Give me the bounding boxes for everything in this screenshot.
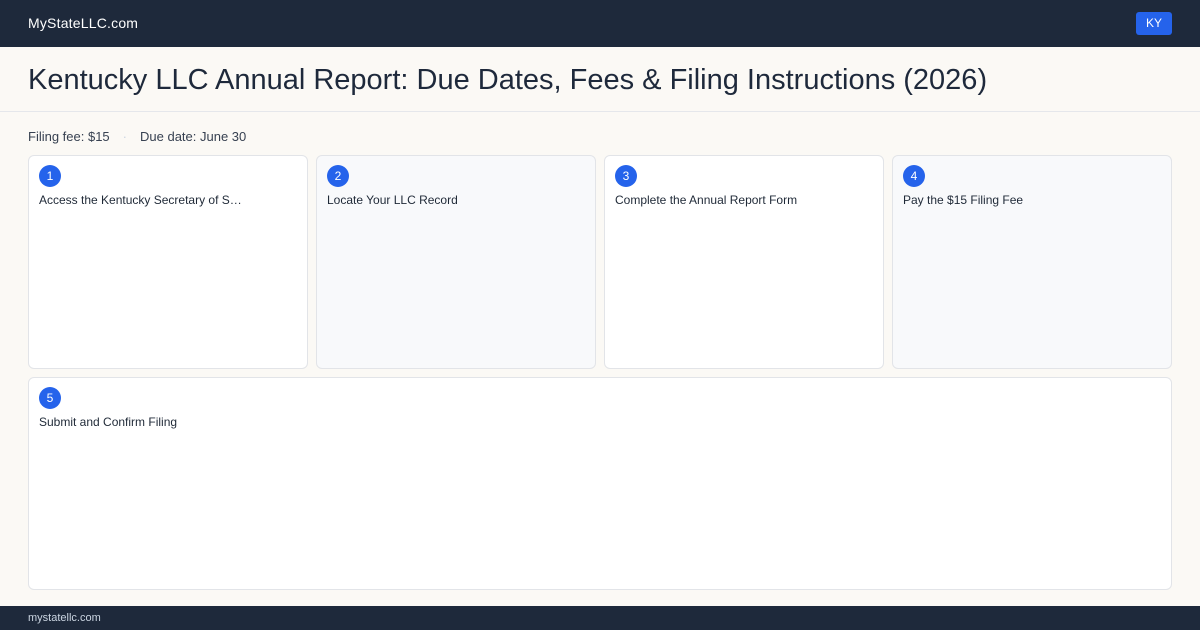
step-number-badge: 1 — [39, 165, 61, 187]
step-card-5[interactable]: 5 Submit and Confirm Filing — [28, 377, 1172, 590]
step-number-badge: 5 — [39, 387, 61, 409]
step-card-4[interactable]: 4 Pay the $15 Filing Fee — [892, 155, 1172, 369]
due-date: Due date: June 30 — [140, 129, 247, 144]
step-title: Locate Your LLC Record — [327, 193, 458, 207]
step-title: Submit and Confirm Filing — [39, 415, 178, 429]
step-title: Complete the Annual Report Form — [615, 193, 798, 207]
step-card-3[interactable]: 3 Complete the Annual Report Form — [604, 155, 884, 369]
title-band: Kentucky LLC Annual Report: Due Dates, F… — [0, 47, 1200, 112]
step-number-badge: 2 — [327, 165, 349, 187]
step-card-1[interactable]: 1 Access the Kentucky Secretary of S… — [28, 155, 308, 369]
brand-logo[interactable]: MyStateLLC.com — [28, 15, 138, 31]
step-title: Access the Kentucky Secretary of S… — [39, 193, 242, 207]
meta-separator: · — [122, 129, 128, 144]
footer-domain[interactable]: mystatellc.com — [28, 612, 101, 624]
state-badge[interactable]: KY — [1136, 12, 1172, 35]
step-title: Pay the $15 Filing Fee — [903, 193, 1024, 207]
step-number-badge: 4 — [903, 165, 925, 187]
step-number-badge: 3 — [615, 165, 637, 187]
step-card-2[interactable]: 2 Locate Your LLC Record — [316, 155, 596, 369]
top-nav-bar: MyStateLLC.com KY — [0, 0, 1200, 47]
filing-meta: Filing fee: $15 · Due date: June 30 — [28, 129, 246, 144]
filing-fee: Filing fee: $15 — [28, 129, 110, 144]
footer-bar: mystatellc.com — [0, 606, 1200, 630]
page-title: Kentucky LLC Annual Report: Due Dates, F… — [28, 64, 988, 96]
